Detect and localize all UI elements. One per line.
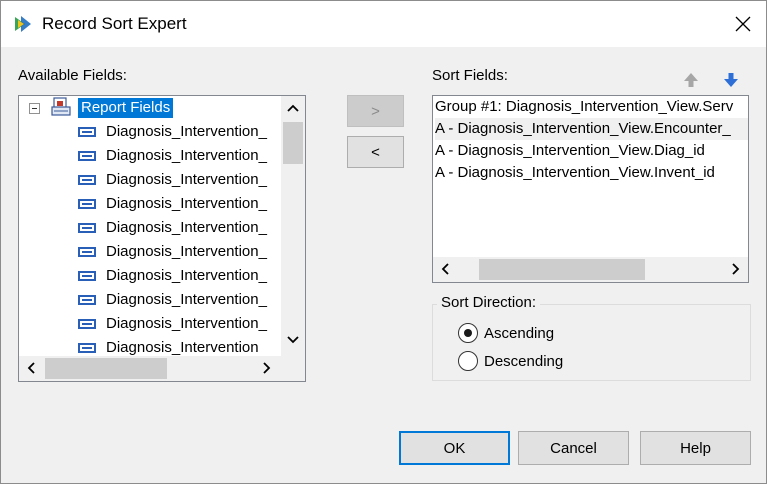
- window-title: Record Sort Expert: [42, 14, 187, 33]
- field-label: Diagnosis_Intervention_: [106, 243, 267, 260]
- field-label: Diagnosis_Intervention: [106, 339, 259, 356]
- descending-radio[interactable]: [458, 351, 478, 371]
- tree-horizontal-scrollbar[interactable]: [19, 356, 281, 381]
- chevron-right-icon: [263, 362, 271, 374]
- close-icon: [735, 16, 751, 32]
- chevron-left-icon: [441, 263, 449, 275]
- scroll-down-button[interactable]: [281, 328, 305, 352]
- database-field-icon: [78, 223, 96, 233]
- scroll-right-button[interactable]: [255, 356, 279, 380]
- sort-direction-legend: Sort Direction:: [437, 294, 541, 311]
- scroll-left-button[interactable]: [19, 356, 43, 380]
- tree-field-item[interactable]: Diagnosis_Intervention_: [19, 192, 279, 216]
- ok-button[interactable]: OK: [399, 431, 510, 465]
- field-label: Diagnosis_Intervention_: [106, 123, 267, 140]
- field-label: Diagnosis_Intervention_: [106, 315, 267, 332]
- help-button[interactable]: Help: [640, 431, 751, 465]
- ascending-radio[interactable]: [458, 323, 478, 343]
- field-label: Diagnosis_Intervention_: [106, 267, 267, 284]
- scrollbar-corner: [281, 356, 305, 381]
- tree-root-report-fields[interactable]: Report Fields: [19, 96, 279, 120]
- available-fields-tree[interactable]: Report Fields Diagnosis_Intervention_ Di…: [18, 95, 306, 382]
- sort-field-item[interactable]: A - Diagnosis_Intervention_View.Diag_id: [435, 140, 748, 162]
- chevron-up-icon: [287, 104, 299, 112]
- database-field-icon: [78, 343, 96, 353]
- database-field-icon: [78, 151, 96, 161]
- database-field-icon: [78, 175, 96, 185]
- field-label: Diagnosis_Intervention_: [106, 195, 267, 212]
- database-field-icon: [78, 199, 96, 209]
- scroll-right-button[interactable]: [724, 257, 748, 281]
- database-field-icon: [78, 319, 96, 329]
- sort-horizontal-scrollbar[interactable]: [433, 257, 748, 282]
- tree-field-item[interactable]: Diagnosis_Intervention_: [19, 168, 279, 192]
- field-label: Diagnosis_Intervention_: [106, 291, 267, 308]
- crystal-reports-icon: [15, 16, 31, 32]
- collapse-icon[interactable]: [29, 103, 40, 114]
- title-bar: Record Sort Expert: [1, 1, 766, 47]
- descending-label[interactable]: Descending: [484, 353, 563, 370]
- record-sort-expert-dialog: Record Sort Expert Available Fields: Rep…: [0, 0, 767, 484]
- add-sort-field-button[interactable]: >: [347, 95, 404, 127]
- sort-field-item[interactable]: Group #1: Diagnosis_Intervention_View.Se…: [435, 96, 748, 118]
- chevron-right-icon: [732, 263, 740, 275]
- field-label: Diagnosis_Intervention_: [106, 171, 267, 188]
- database-field-icon: [78, 247, 96, 257]
- field-label: Diagnosis_Intervention_: [106, 147, 267, 164]
- database-field-icon: [78, 295, 96, 305]
- scroll-thumb[interactable]: [479, 259, 645, 280]
- tree-field-item[interactable]: Diagnosis_Intervention_: [19, 312, 279, 336]
- available-fields-label: Available Fields:: [18, 67, 127, 84]
- tree-field-item[interactable]: Diagnosis_Intervention: [19, 336, 279, 357]
- database-field-icon: [78, 271, 96, 281]
- tree-field-item[interactable]: Diagnosis_Intervention_: [19, 120, 279, 144]
- scroll-left-button[interactable]: [433, 257, 457, 281]
- field-label: Diagnosis_Intervention_: [106, 219, 267, 236]
- arrow-down-icon[interactable]: [722, 71, 740, 89]
- descending-option[interactable]: Descending: [458, 350, 563, 372]
- tree-field-item[interactable]: Diagnosis_Intervention_: [19, 264, 279, 288]
- close-button[interactable]: [720, 1, 766, 47]
- sort-field-item[interactable]: A - Diagnosis_Intervention_View.Encounte…: [435, 118, 748, 140]
- remove-sort-field-button[interactable]: <: [347, 136, 404, 168]
- tree-field-item[interactable]: Diagnosis_Intervention_: [19, 144, 279, 168]
- cancel-button[interactable]: Cancel: [518, 431, 629, 465]
- sort-fields-label: Sort Fields:: [432, 67, 508, 84]
- tree-vertical-scrollbar[interactable]: [281, 96, 305, 357]
- tree-root-label[interactable]: Report Fields: [78, 98, 174, 118]
- arrow-up-icon[interactable]: [682, 71, 700, 89]
- tree-field-item[interactable]: Diagnosis_Intervention_: [19, 216, 279, 240]
- ascending-label[interactable]: Ascending: [484, 325, 554, 342]
- chevron-left-icon: [27, 362, 35, 374]
- database-field-icon: [78, 127, 96, 137]
- chevron-down-icon: [287, 336, 299, 344]
- scroll-thumb[interactable]: [45, 358, 167, 379]
- tree-field-item[interactable]: Diagnosis_Intervention_: [19, 240, 279, 264]
- sort-fields-list[interactable]: Group #1: Diagnosis_Intervention_View.Se…: [432, 95, 749, 283]
- scroll-up-button[interactable]: [281, 96, 305, 120]
- scroll-thumb[interactable]: [283, 122, 303, 164]
- sort-field-item[interactable]: A - Diagnosis_Intervention_View.Invent_i…: [435, 162, 748, 184]
- tree-field-item[interactable]: Diagnosis_Intervention_: [19, 288, 279, 312]
- report-fields-icon: [51, 97, 71, 116]
- ascending-option[interactable]: Ascending: [458, 322, 554, 344]
